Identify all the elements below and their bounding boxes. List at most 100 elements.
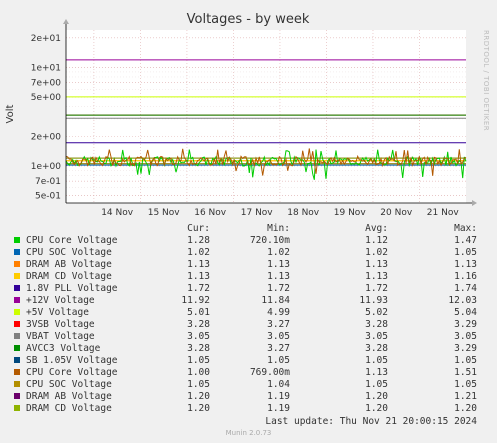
legend-min: 3.27 [267, 343, 290, 354]
chart-title: Voltages - by week [187, 12, 310, 27]
legend-swatch [14, 405, 20, 411]
legend-avg: 1.20 [365, 391, 388, 402]
legend-avg: 3.05 [365, 331, 388, 342]
legend-max: 1.05 [454, 355, 477, 366]
legend-swatch [14, 237, 20, 243]
legend-avg: 3.28 [365, 319, 388, 330]
legend-max: 3.29 [454, 319, 477, 330]
legend-swatch [14, 309, 20, 315]
legend-swatch [14, 357, 20, 363]
legend-row: DRAM CD Voltage 1.20 1.19 1.20 1.20 [0, 403, 497, 415]
header-avg: Avg: [365, 223, 388, 234]
y-tick-label: 7e-01 [35, 177, 61, 187]
legend-swatch [14, 285, 20, 291]
legend-cur: 3.05 [187, 331, 210, 342]
legend-max: 1.05 [454, 379, 477, 390]
legend-row: 3VSB Voltage 3.28 3.27 3.28 3.29 [0, 319, 497, 331]
legend-series-name: SB 1.05V Voltage [26, 355, 118, 366]
legend-header-row: Cur: Min: Avg: Max: [0, 223, 497, 235]
legend-row: CPU SOC Voltage 1.02 1.02 1.02 1.05 [0, 247, 497, 259]
x-tick-label: 17 Nov [241, 208, 274, 218]
legend-max: 1.20 [454, 403, 477, 414]
legend-row: AVCC3 Voltage 3.28 3.27 3.28 3.29 [0, 343, 497, 355]
legend-min: 3.27 [267, 319, 290, 330]
legend-cur: 1.20 [187, 391, 210, 402]
legend-series-name: 3VSB Voltage [26, 319, 95, 330]
legend-row: DRAM AB Voltage 1.20 1.19 1.20 1.21 [0, 391, 497, 403]
legend-max: 1.16 [454, 271, 477, 282]
legend-cur: 1.05 [187, 355, 210, 366]
legend-min: 769.00m [249, 367, 290, 378]
legend-min: 1.19 [267, 403, 290, 414]
legend-row: CPU Core Voltage 1.28 720.10m 1.12 1.47 [0, 235, 497, 247]
legend-min: 1.04 [267, 379, 290, 390]
legend-avg: 1.02 [365, 247, 388, 258]
legend-avg: 1.13 [365, 259, 388, 270]
legend-swatch [14, 273, 20, 279]
legend-swatch [14, 261, 20, 267]
legend-row: +12V Voltage 11.92 11.84 11.93 12.03 [0, 295, 497, 307]
legend-min: 3.05 [267, 331, 290, 342]
legend-min: 720.10m [249, 235, 290, 246]
legend-swatch [14, 321, 20, 327]
legend-cur: 1.28 [187, 235, 210, 246]
legend-min: 1.02 [267, 247, 290, 258]
y-tick-label: 2e+00 [31, 132, 62, 142]
legend-swatch [14, 297, 20, 303]
x-tick-label: 15 Nov [148, 208, 181, 218]
x-tick-label: 19 Nov [334, 208, 367, 218]
legend-cur: 3.28 [187, 343, 210, 354]
legend-row: 1.8V PLL Voltage 1.72 1.72 1.72 1.74 [0, 283, 497, 295]
legend-max: 1.47 [454, 235, 477, 246]
legend-avg: 11.93 [359, 295, 388, 306]
header-min: Min: [267, 223, 290, 234]
x-tick-label: 18 Nov [287, 208, 320, 218]
legend-avg: 1.12 [365, 235, 388, 246]
legend-row: +5V Voltage 5.01 4.99 5.02 5.04 [0, 307, 497, 319]
y-tick-label: 2e+01 [31, 34, 61, 44]
legend-max: 1.13 [454, 259, 477, 270]
legend-swatch [14, 249, 20, 255]
legend-series-name: +12V Voltage [26, 295, 95, 306]
legend-max: 5.04 [454, 307, 477, 318]
legend-avg: 5.02 [365, 307, 388, 318]
y-tick-label: 5e-01 [35, 192, 61, 202]
legend-avg: 1.13 [365, 271, 388, 282]
legend-cur: 1.13 [187, 259, 210, 270]
legend-max: 1.05 [454, 247, 477, 258]
munin-graph: Voltages - by week Volt RRDTOOL / TOBI O… [0, 0, 497, 443]
legend-avg: 1.20 [365, 403, 388, 414]
legend-max: 1.21 [454, 391, 477, 402]
legend-series-name: DRAM CD Voltage [26, 403, 112, 414]
legend-cur: 1.05 [187, 379, 210, 390]
legend-row: CPU SOC Voltage 1.05 1.04 1.05 1.05 [0, 379, 497, 391]
legend-series-name: CPU Core Voltage [26, 367, 118, 378]
header-cur: Cur: [187, 223, 210, 234]
legend-max: 1.51 [454, 367, 477, 378]
legend-min: 1.05 [267, 355, 290, 366]
legend-max: 3.05 [454, 331, 477, 342]
legend-avg: 3.28 [365, 343, 388, 354]
legend-min: 1.13 [267, 271, 290, 282]
legend-cur: 1.00 [187, 367, 210, 378]
legend-max: 12.03 [448, 295, 477, 306]
legend-swatch [14, 345, 20, 351]
last-update: Last update: Thu Nov 21 20:00:15 2024 [265, 416, 477, 427]
x-tick-label: 20 Nov [380, 208, 413, 218]
legend-avg: 1.05 [365, 379, 388, 390]
x-tick-label: 14 Nov [101, 208, 134, 218]
legend-min: 11.84 [261, 295, 290, 306]
legend-max: 3.29 [454, 343, 477, 354]
legend-min: 4.99 [267, 307, 290, 318]
legend-cur: 3.28 [187, 319, 210, 330]
legend-min: 1.13 [267, 259, 290, 270]
legend-series-name: DRAM CD Voltage [26, 271, 112, 282]
munin-version: Munin 2.0.73 [225, 429, 272, 437]
legend-series-name: +5V Voltage [26, 307, 89, 318]
legend-avg: 1.05 [365, 355, 388, 366]
legend-series-name: CPU Core Voltage [26, 235, 118, 246]
y-tick-label: 5e+00 [31, 93, 62, 103]
legend-cur: 1.02 [187, 247, 210, 258]
plot-background [66, 30, 466, 203]
legend-row: CPU Core Voltage 1.00 769.00m 1.13 1.51 [0, 367, 497, 379]
